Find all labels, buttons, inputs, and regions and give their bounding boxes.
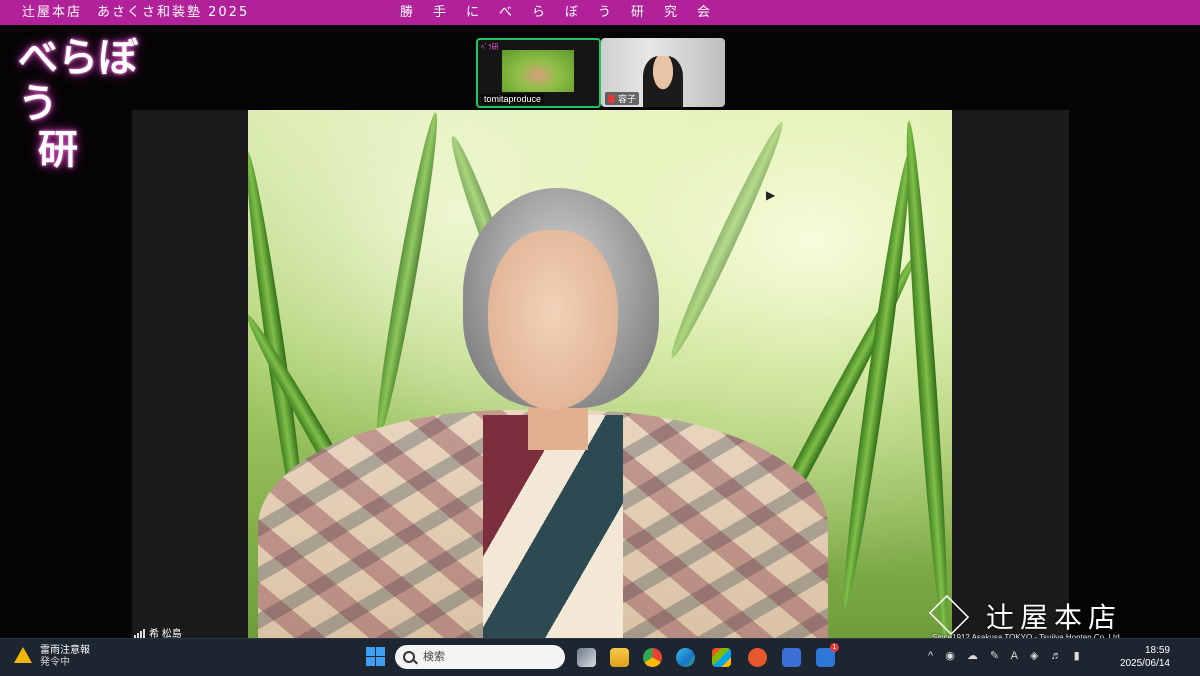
weather-status: 発令中 [40, 657, 70, 668]
cloud-icon[interactable]: ☁ [967, 650, 978, 662]
start-button[interactable] [366, 647, 385, 666]
volume-icon[interactable]: ♬ [1051, 650, 1062, 662]
file-explorer-icon[interactable] [610, 648, 629, 667]
grass-blade [899, 120, 952, 638]
search-icon [403, 651, 415, 663]
signal-bars-icon [134, 629, 146, 638]
thumbnail-tomitaproduce[interactable]: ﾍﾞﾗ研 tomitaproduce [476, 38, 601, 108]
thumbnail-tag: ﾍﾞﾗ研 [481, 44, 499, 51]
search-placeholder: 検索 [423, 651, 445, 663]
speaker-face [488, 230, 618, 410]
task-view-icon[interactable] [577, 648, 596, 667]
muted-mic-icon [608, 95, 615, 103]
thumbnail-name: 容子 [618, 94, 637, 104]
thumbnail-yoko[interactable]: 容子 [601, 38, 725, 107]
battery-icon[interactable]: ▮ [1074, 650, 1080, 662]
edge-icon[interactable] [676, 648, 695, 667]
pen-icon[interactable]: ✎ [990, 650, 999, 662]
grass-blade [663, 118, 791, 362]
main-video[interactable] [248, 110, 952, 638]
clock-time: 18:59 [1144, 645, 1170, 656]
tsujiya-crest-icon [928, 594, 970, 636]
warning-icon [14, 647, 32, 663]
tray-chevron-icon[interactable]: ^ [928, 650, 933, 662]
store-icon[interactable] [712, 648, 731, 667]
thumbnail-video [502, 50, 574, 92]
grass-blade [369, 110, 445, 440]
title-left: 辻屋本店 あさくさ和装塾 2025 [22, 5, 250, 20]
title-center: 勝手にべらぼう研究会 [400, 5, 731, 20]
clock-date: 2025/06/14 [1119, 658, 1170, 669]
settings-app-icon[interactable] [782, 648, 801, 667]
thumbnail-video [643, 56, 683, 107]
ime-indicator[interactable]: A [1011, 650, 1018, 662]
mouse-cursor-icon: ▶ [766, 188, 776, 202]
search-box[interactable]: 検索 [395, 645, 565, 669]
weather-title: 雷雨注意報 [40, 645, 90, 656]
wifi-icon[interactable]: ◈ [1030, 650, 1038, 662]
antivirus-icon[interactable]: ◉ [945, 650, 955, 662]
thumbnail-name: tomitaproduce [481, 94, 545, 104]
notification-badge: 1 [830, 643, 839, 652]
orange-app-icon[interactable] [748, 648, 767, 667]
chrome-icon[interactable] [643, 648, 662, 667]
thumbnail-name-wrap: 容子 [605, 92, 640, 105]
title-bar: 辻屋本店 あさくさ和装塾 2025 勝手にべらぼう研究会 [0, 0, 1200, 26]
windows-taskbar: 雷雨注意報 発令中 検索 1 ^ ◉ ☁ ✎ A ◈ ♬ ▮ 18:59 202… [0, 638, 1200, 676]
logo-line-1: べらぼう [18, 34, 138, 127]
watermark-brand: 辻屋本店 [986, 601, 1123, 634]
system-tray[interactable]: ^ ◉ ☁ ✎ A ◈ ♬ ▮ [928, 649, 1089, 662]
clock[interactable]: 18:59 2025/06/14 [1112, 644, 1170, 670]
